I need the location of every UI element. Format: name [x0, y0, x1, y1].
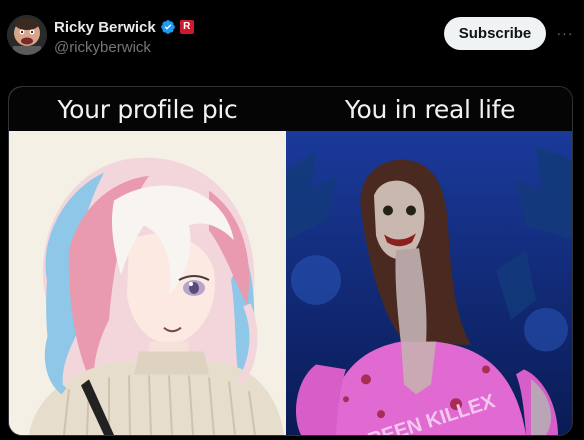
verified-badge-icon [160, 20, 175, 34]
avatar[interactable] [7, 15, 47, 55]
anime-girl-illustration [9, 131, 286, 435]
subscribe-button[interactable]: Subscribe [444, 17, 546, 50]
avatar-image [7, 15, 47, 55]
author-block: Ricky Berwick R @rickyberwick [54, 18, 194, 56]
post-media[interactable]: Your profile pic You in real life GREEN … [8, 86, 573, 436]
author-name-row: Ricky Berwick R [54, 18, 194, 36]
meme-panel-left: Your profile pic [9, 87, 286, 435]
affiliate-badge-text: R [183, 21, 191, 32]
meme-caption-right: You in real life [344, 94, 516, 124]
affiliate-badge-icon[interactable]: R [179, 20, 194, 34]
post-header: Ricky Berwick R @rickyberwick Subscribe … [0, 0, 584, 80]
horror-character-image: GREEN KILLEX [286, 131, 572, 435]
more-options-icon[interactable]: ··· [554, 22, 576, 44]
caption-bar-right: You in real life [286, 87, 572, 131]
caption-bar-left: Your profile pic [9, 87, 286, 131]
meme-caption-left: Your profile pic [57, 94, 238, 124]
author-handle[interactable]: @rickyberwick [54, 39, 194, 56]
author-display-name[interactable]: Ricky Berwick [54, 19, 156, 36]
meme-panel-right: You in real life GREEN KILLEX [286, 87, 572, 435]
